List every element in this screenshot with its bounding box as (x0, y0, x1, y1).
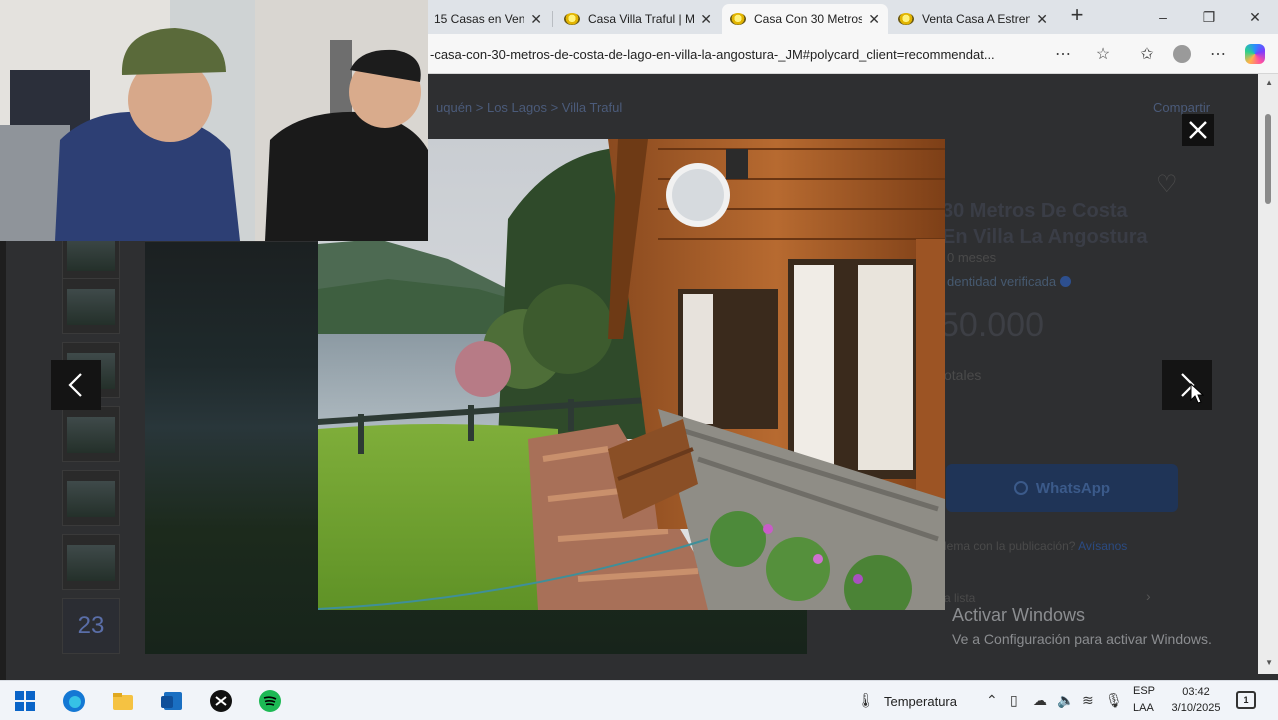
whatsapp-button[interactable]: WhatsApp (946, 464, 1178, 512)
clock-time: 03:42 (1182, 686, 1210, 698)
share-link[interactable]: Compartir (1153, 100, 1210, 115)
mouse-cursor-icon (1190, 383, 1204, 404)
close-window-button[interactable]: ✕ (1242, 6, 1268, 28)
webcam-video (0, 0, 428, 241)
whatsapp-label: WhatsApp (1035, 479, 1111, 497)
new-tab-button[interactable]: + (1065, 4, 1089, 28)
breadcrumb[interactable]: uquén > Los Lagos > Villa Traful (436, 100, 622, 115)
report-problem: lema con la publicación? Avísanos (944, 539, 1127, 553)
avatar (1173, 45, 1191, 63)
verified-text: dentidad verificada (947, 274, 1057, 289)
chevron-left-icon (68, 373, 82, 397)
tab-casas-en-venta[interactable]: 15 Casas en Venta ✕ (426, 4, 550, 34)
url-field[interactable]: -casa-con-30-metros-de-costa-de-lago-en-… (430, 47, 1050, 62)
next-photo-button[interactable] (1162, 360, 1212, 410)
thermometer-icon[interactable]: 🌡 (857, 692, 875, 709)
report-text: lema con la publicación? (944, 539, 1076, 553)
favorites-list-icon[interactable]: ✩ (1136, 43, 1158, 65)
edge-icon[interactable] (62, 689, 86, 713)
profile-icon[interactable] (1171, 43, 1193, 65)
notifications-badge[interactable]: 1 (1236, 691, 1256, 709)
file-explorer-icon[interactable] (111, 689, 135, 713)
list-link[interactable]: a lista (944, 591, 975, 605)
language-top[interactable]: ESP (1133, 685, 1155, 697)
tab-label: Casa Villa Traful | Me (588, 12, 695, 26)
tab-separator (552, 11, 553, 27)
thumbnail[interactable] (62, 470, 120, 526)
heart-icon[interactable]: ♡ (1156, 170, 1178, 199)
microphone-icon[interactable]: 🎙 (1105, 692, 1123, 709)
scroll-down-icon[interactable]: ▼ (1265, 658, 1273, 667)
clock[interactable]: 03:42 3/10/2025 (1166, 684, 1226, 716)
tab-label: Venta Casa A Estrena (922, 12, 1031, 26)
verified-identity: dentidad verificada (947, 274, 1072, 289)
more-photos-count[interactable]: 23 (62, 598, 120, 654)
tab-close-icon[interactable]: ✕ (700, 11, 712, 28)
thumbnail[interactable] (62, 278, 120, 334)
language-bottom[interactable]: LAA (1133, 702, 1154, 714)
wifi-icon[interactable]: ≋ (1082, 692, 1094, 709)
webcam-overlay (0, 0, 428, 241)
scrollbar[interactable]: ▲ ▼ (1258, 74, 1278, 674)
activate-windows-title: Activar Windows (952, 605, 1086, 625)
published-time: 0 meses (947, 250, 997, 265)
spotify-icon[interactable] (258, 689, 282, 713)
windows-start-icon[interactable] (13, 689, 37, 713)
previous-photo-button[interactable] (51, 360, 101, 410)
lightbox-close-button[interactable] (1182, 114, 1214, 146)
clock-date: 3/10/2025 (1171, 702, 1221, 714)
mercadolibre-favicon-icon (898, 13, 914, 25)
tab-venta-casa-a-estrenar[interactable]: Venta Casa A Estrena ✕ (890, 4, 1056, 34)
tab-close-icon[interactable]: ✕ (868, 11, 880, 28)
mercadolibre-favicon-icon (730, 13, 746, 25)
copilot-icon[interactable] (1244, 43, 1266, 65)
cloud-icon[interactable]: ☁ (1033, 692, 1047, 709)
chevron-right-icon: › (1146, 588, 1151, 604)
tab-close-icon[interactable]: ✕ (530, 11, 542, 28)
verified-check-icon (1060, 276, 1072, 287)
tab-label: 15 Casas en Venta (434, 12, 525, 26)
scroll-up-icon[interactable]: ▲ (1265, 78, 1273, 87)
minimize-button[interactable]: – (1150, 6, 1176, 28)
volume-icon[interactable]: 🔈 (1057, 692, 1074, 709)
totales-label: otales (944, 367, 982, 383)
favorite-star-icon[interactable]: ☆ (1092, 43, 1114, 65)
close-icon (1189, 121, 1207, 139)
tab-close-icon[interactable]: ✕ (1036, 11, 1048, 28)
more-icon[interactable]: ⋯ (1052, 43, 1074, 65)
whatsapp-icon (1013, 481, 1028, 495)
thumbnail[interactable] (62, 406, 120, 462)
taskbar: 🌡 Temperatura ⌃ ▯ ☁ 🔈 ≋ 🎙 ESP LAA 03:42 … (0, 680, 1278, 720)
mercadolibre-favicon-icon (564, 13, 580, 25)
maximize-button[interactable]: ❐ (1196, 6, 1222, 28)
listing-price: 50.000 (940, 306, 1044, 344)
copilot-logo-icon (1245, 44, 1265, 64)
scrollbar-thumb[interactable] (1265, 114, 1271, 204)
battery-icon[interactable]: ▯ (1010, 692, 1018, 709)
tab-label: Casa Con 30 Metros (754, 12, 863, 26)
chevron-up-icon[interactable]: ⌃ (986, 692, 998, 709)
tab-casa-con-30-metros[interactable]: Casa Con 30 Metros ✕ (722, 4, 888, 34)
listing-title: 30 Metros De Costa En Villa La Angostura (942, 200, 1148, 248)
tab-casa-villa-traful[interactable]: Casa Villa Traful | Me ✕ (556, 4, 720, 34)
activate-windows-subtitle: Ve a Configuración para activar Windows. (952, 631, 1212, 647)
thumbnail[interactable] (62, 534, 120, 590)
capcut-icon[interactable] (209, 689, 233, 713)
settings-menu-icon[interactable]: ⋯ (1207, 43, 1229, 65)
report-link[interactable]: Avísanos (1078, 539, 1127, 553)
outlook-icon[interactable] (160, 689, 184, 713)
weather-label[interactable]: Temperatura (884, 694, 957, 709)
